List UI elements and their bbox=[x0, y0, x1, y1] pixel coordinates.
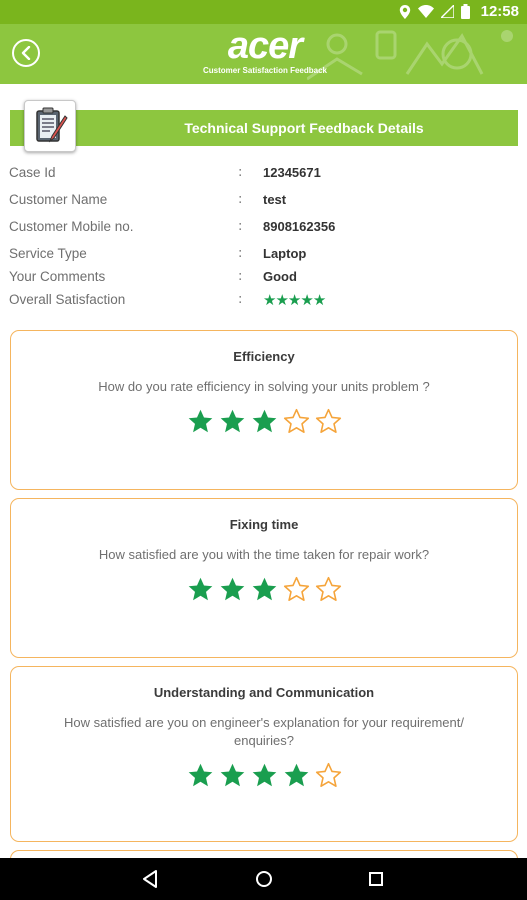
detail-row-case-id: Case Id : 12345671 bbox=[9, 162, 519, 185]
star-filled-icon: ★ bbox=[275, 291, 288, 309]
nav-back-button[interactable] bbox=[140, 869, 160, 889]
detail-value: 8908162356 bbox=[263, 219, 336, 234]
chevron-left-icon bbox=[21, 46, 31, 60]
rating-card-understanding: Understanding and Communication How sati… bbox=[10, 666, 518, 842]
detail-separator: : bbox=[238, 219, 243, 234]
detail-value: test bbox=[263, 192, 287, 207]
star-filled-icon: ★ bbox=[287, 291, 301, 309]
battery-icon bbox=[460, 4, 470, 19]
card-title: Understanding and Communication bbox=[153, 685, 375, 700]
star-filled-icon[interactable] bbox=[251, 576, 278, 603]
detail-label: Service Type bbox=[9, 246, 87, 261]
detail-label: Customer Mobile no. bbox=[9, 219, 134, 234]
detail-separator: : bbox=[238, 292, 243, 307]
detail-value: 12345671 bbox=[263, 165, 321, 180]
star-empty-icon[interactable] bbox=[283, 576, 310, 603]
star-filled-icon: ★ bbox=[312, 291, 326, 309]
star-filled-icon[interactable] bbox=[187, 576, 214, 603]
nav-recents-button[interactable] bbox=[366, 869, 386, 889]
detail-label: Case Id bbox=[9, 165, 56, 180]
content-area: Technical Support Feedback Details Case … bbox=[0, 84, 527, 858]
logo-text: acer bbox=[227, 25, 303, 67]
card-question: How do you rate efficiency in solving yo… bbox=[98, 379, 430, 394]
detail-separator: : bbox=[238, 246, 243, 261]
star-filled-icon[interactable] bbox=[187, 762, 214, 789]
card-title: Fixing time bbox=[229, 517, 299, 532]
rating-card-efficiency: Efficiency How do you rate efficiency in… bbox=[10, 330, 518, 490]
navigation-bar bbox=[0, 858, 527, 900]
star-empty-icon[interactable] bbox=[315, 576, 342, 603]
star-filled-icon: ★ bbox=[300, 291, 313, 309]
header-pattern-decoration bbox=[307, 30, 513, 81]
triangle-back-icon bbox=[143, 870, 157, 888]
detail-row-overall-satisfaction: Overall Satisfaction : ★★★★★ bbox=[9, 289, 519, 312]
detail-separator: : bbox=[238, 192, 243, 207]
app-header: acer Customer Satisfaction Feedback bbox=[0, 24, 527, 84]
star-filled-icon[interactable] bbox=[187, 408, 214, 435]
detail-separator: : bbox=[238, 165, 243, 180]
star-rating bbox=[11, 408, 517, 435]
nav-home-button[interactable] bbox=[254, 869, 274, 889]
feedback-form-icon bbox=[24, 100, 76, 152]
location-icon bbox=[399, 4, 410, 19]
status-time: 12:58 bbox=[480, 3, 519, 20]
detail-row-comments: Your Comments : Good bbox=[9, 266, 519, 289]
star-empty-icon[interactable] bbox=[283, 408, 310, 435]
detail-label: Customer Name bbox=[9, 192, 108, 207]
back-button[interactable] bbox=[12, 39, 40, 67]
status-bar: 12:58 bbox=[0, 0, 527, 24]
card-title: Efficiency bbox=[233, 349, 295, 364]
detail-value: Good bbox=[263, 269, 297, 284]
star-filled-icon[interactable] bbox=[219, 408, 246, 435]
circle-home-icon bbox=[256, 871, 272, 887]
star-filled-icon: ★ bbox=[263, 291, 276, 309]
detail-row-customer-name: Customer Name : test bbox=[9, 189, 519, 212]
star-filled-icon[interactable] bbox=[219, 762, 246, 789]
overall-rating-stars: ★★★★★ bbox=[263, 291, 326, 309]
detail-row-service-type: Service Type : Laptop bbox=[9, 243, 519, 266]
header-subtitle: Customer Satisfaction Feedback bbox=[202, 66, 328, 75]
square-recents-icon bbox=[369, 872, 383, 886]
star-filled-icon[interactable] bbox=[283, 762, 310, 789]
star-empty-icon[interactable] bbox=[315, 762, 342, 789]
detail-label: Your Comments bbox=[9, 269, 106, 284]
case-details: Case Id : 12345671 Customer Name : test … bbox=[9, 162, 519, 312]
card-question: How satisfied are you on engineer's expl… bbox=[64, 715, 464, 748]
star-empty-icon[interactable] bbox=[315, 408, 342, 435]
detail-row-mobile: Customer Mobile no. : 8908162356 bbox=[9, 216, 519, 239]
signal-icon bbox=[440, 5, 454, 18]
star-filled-icon[interactable] bbox=[219, 576, 246, 603]
rating-card-next bbox=[10, 850, 518, 858]
acer-logo: acer Customer Satisfaction Feedback bbox=[190, 25, 340, 75]
star-rating bbox=[11, 762, 517, 789]
wifi-icon bbox=[417, 5, 434, 18]
star-filled-icon[interactable] bbox=[251, 762, 278, 789]
star-rating bbox=[11, 576, 517, 603]
section-header: Technical Support Feedback Details bbox=[10, 110, 518, 146]
detail-label: Overall Satisfaction bbox=[9, 292, 126, 307]
detail-separator: : bbox=[238, 269, 243, 284]
card-question: How satisfied are you with the time take… bbox=[98, 547, 430, 562]
status-icons: 12:58 bbox=[399, 3, 519, 20]
detail-value: Laptop bbox=[263, 246, 307, 261]
star-filled-icon[interactable] bbox=[251, 408, 278, 435]
section-title: Technical Support Feedback Details bbox=[184, 120, 424, 136]
rating-card-fixing-time: Fixing time How satisfied are you with t… bbox=[10, 498, 518, 658]
